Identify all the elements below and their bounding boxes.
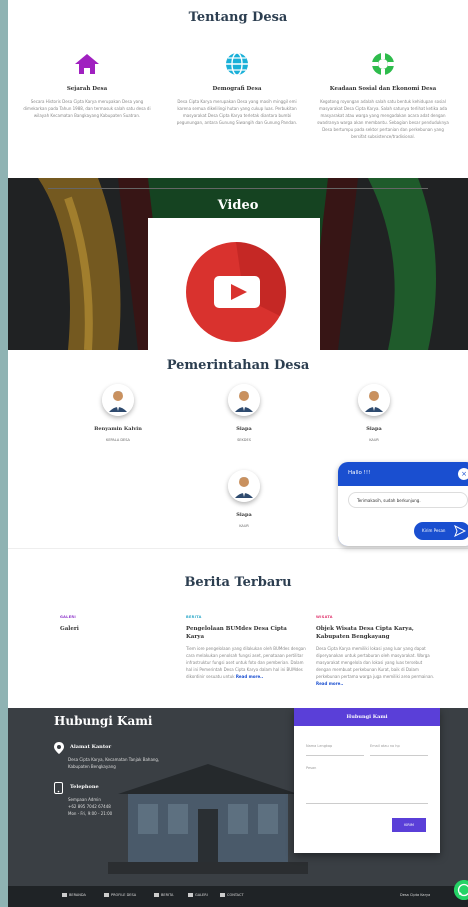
chat-widget[interactable]: Hallo !!! × Terimakasih, sudah berkunjun… — [338, 462, 468, 546]
footer: BERANDA PROFILE DESA BERITA GALERI CONTA… — [8, 886, 468, 907]
news-category: BERITA — [186, 615, 202, 619]
contact-form-title: Hubungi Kami — [294, 708, 440, 726]
official-card: Siapa KAUR — [194, 470, 294, 528]
news-category: WISATA — [316, 615, 333, 619]
divider — [48, 188, 428, 189]
news-item[interactable]: BERITA Pengelolaan BUMdes Desa Cipta Kar… — [186, 615, 306, 680]
official-name: Siapa — [366, 426, 382, 432]
hubungi-section: Hubungi Kami Alamat Kantor Desa Cipta Ka… — [8, 708, 468, 886]
contact-form: Hubungi Kami Nama Lengkap Email atau no … — [294, 708, 440, 853]
read-more-link[interactable]: Read more.. — [236, 674, 263, 679]
page: Tentang Desa Sejarah Desa Secara Histori… — [8, 0, 468, 907]
official-role: KAUR — [239, 524, 249, 528]
avatar — [228, 384, 260, 416]
telephone-line: Mon - Fri, 9:00 - 21:00 — [68, 811, 113, 816]
message-field[interactable]: Pesan — [306, 766, 428, 804]
video-title: Video — [217, 198, 259, 213]
home-icon — [62, 893, 67, 897]
map-pin-icon — [54, 742, 64, 754]
telephone-heading: Telephone — [70, 784, 99, 790]
home-icon — [73, 50, 101, 78]
official-card: Benyamin Kalvin KEPALA DESA — [68, 384, 168, 442]
name-field[interactable]: Nama Lengkap — [306, 744, 364, 756]
official-role: SEKDES — [237, 438, 251, 442]
official-name: Benyamin Kalvin — [94, 426, 142, 432]
phone-icon — [54, 782, 63, 794]
official-name: Siapa — [236, 512, 252, 518]
telephone-text: Sempaan Admin +62 895 7042 67448 Mon - F… — [68, 796, 178, 817]
news-item[interactable]: WISATA Objek Wisata Desa Cipta Karya, Ka… — [316, 615, 436, 687]
avatar — [358, 384, 390, 416]
tentang-title: Tentang Desa — [188, 10, 288, 25]
send-label: Kirim Pesan — [422, 528, 446, 533]
footer-brand: Desa Cipta Karya — [400, 893, 431, 897]
globe-icon — [223, 50, 251, 78]
video-player[interactable] — [148, 218, 320, 350]
person-icon — [228, 384, 260, 416]
footer-nav-contact[interactable]: CONTACT — [220, 893, 244, 897]
email-field[interactable]: Email atau no hp — [370, 744, 428, 756]
news-item[interactable]: GALERI Galeri — [60, 615, 180, 633]
tentang-section: Tentang Desa Sejarah Desa Secara Histori… — [8, 0, 468, 178]
official-name: Siapa — [236, 426, 252, 432]
telephone-line: +62 895 7042 67448 — [68, 804, 111, 809]
person-icon — [102, 384, 134, 416]
person-icon — [228, 470, 260, 502]
news-heading[interactable]: Galeri — [60, 625, 180, 633]
close-icon[interactable]: × — [458, 468, 468, 480]
sosial-ekonomi-column: Keadaan Sosial dan Ekonomi Desa Kegotong… — [312, 50, 454, 140]
person-icon — [358, 384, 390, 416]
address-heading: Alamat Kantor — [70, 744, 112, 750]
sejarah-column: Sejarah Desa Secara Historis Desa Cipta … — [16, 50, 158, 119]
news-heading[interactable]: Objek Wisata Desa Cipta Karya, Kabupaten… — [316, 625, 436, 641]
pemerintahan-title: Pemerintahan Desa — [166, 358, 310, 373]
demografi-text: Desa Cipta Karya merupakan Desa yang mas… — [176, 99, 298, 125]
send-message-button[interactable]: Kirim Pesan — [414, 522, 468, 540]
official-card: Siapa KAUR — [324, 384, 424, 442]
chat-message-input[interactable]: Terimakasih, sudah berkunjung. — [348, 492, 468, 508]
submit-button[interactable]: KIRIM — [392, 818, 426, 832]
demografi-column: Demografi Desa Desa Cipta Karya merupaka… — [166, 50, 308, 126]
hubungi-title: Hubungi Kami — [54, 714, 153, 728]
gallery-icon — [188, 893, 193, 897]
footer-nav-beranda[interactable]: BERANDA — [62, 893, 86, 897]
official-role: KAUR — [369, 438, 379, 442]
profile-icon — [104, 893, 109, 897]
address-text: Desa Cipta Karya, Kecamatan Tanjak Bahan… — [68, 757, 160, 769]
lifebuoy-icon — [369, 50, 397, 78]
sosial-ekonomi-heading: Keadaan Sosial dan Ekonomi Desa — [329, 86, 437, 92]
news-excerpt: Desa Cipta Karya memiliki lokasi yang lu… — [316, 646, 435, 686]
footer-nav-galeri[interactable]: GALERI — [188, 893, 208, 897]
avatar — [228, 470, 260, 502]
news-category: GALERI — [60, 615, 76, 619]
avatar — [102, 384, 134, 416]
telephone-line: Sempaan Admin — [68, 797, 101, 802]
demografi-heading: Demografi Desa — [212, 86, 262, 92]
whatsapp-icon — [454, 880, 468, 900]
read-more-link[interactable]: Read more.. — [316, 681, 343, 686]
news-icon — [154, 893, 159, 897]
footer-nav-profile[interactable]: PROFILE DESA — [104, 893, 136, 897]
sejarah-heading: Sejarah Desa — [66, 86, 108, 92]
contact-icon — [220, 893, 225, 897]
whatsapp-button[interactable] — [454, 880, 468, 900]
send-icon — [454, 525, 466, 537]
news-heading[interactable]: Pengelolaan BUMdes Desa Cipta Karya — [186, 625, 306, 641]
video-section: Video — [8, 178, 468, 350]
official-card: Siapa SEKDES — [194, 384, 294, 442]
sosial-ekonomi-text: Kegotong royongan adalah salah satu bent… — [317, 99, 449, 139]
footer-nav-berita[interactable]: BERITA — [154, 893, 173, 897]
chat-header: Hallo !!! — [348, 470, 371, 476]
chat-body: Terimakasih, sudah berkunjung. Kirim Pes… — [338, 486, 468, 546]
berita-section: Berita Terbaru GALERI Galeri BERITA Peng… — [8, 548, 468, 708]
sejarah-text: Secara Historis Desa Cipta Karya merupak… — [23, 99, 151, 118]
official-role: KEPALA DESA — [106, 438, 130, 442]
news-excerpt: Tiem iore pengelolaan yang dilakukan ole… — [186, 646, 306, 679]
berita-title: Berita Terbaru — [184, 575, 292, 590]
